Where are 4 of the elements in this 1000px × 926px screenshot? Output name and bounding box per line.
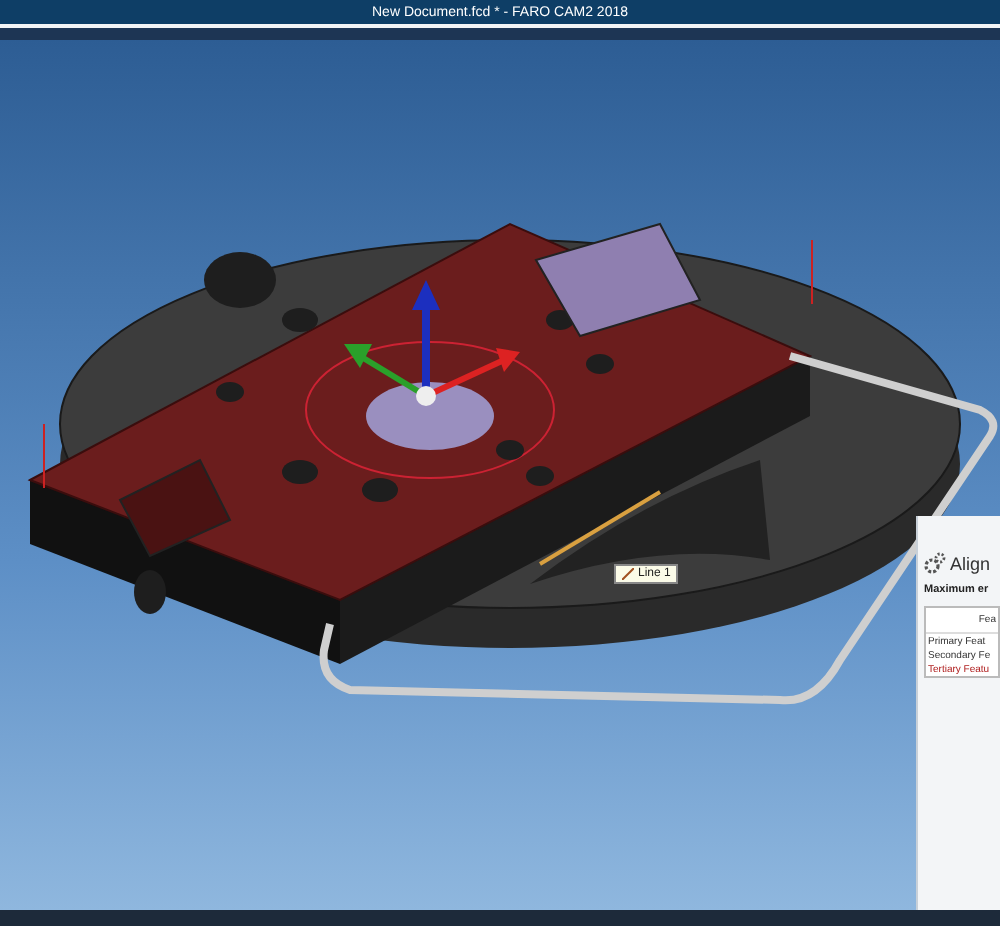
- line-icon: [622, 568, 634, 580]
- panel-title: Align: [950, 553, 991, 573]
- gears-icon: [924, 552, 946, 574]
- measurement-line: [538, 490, 662, 566]
